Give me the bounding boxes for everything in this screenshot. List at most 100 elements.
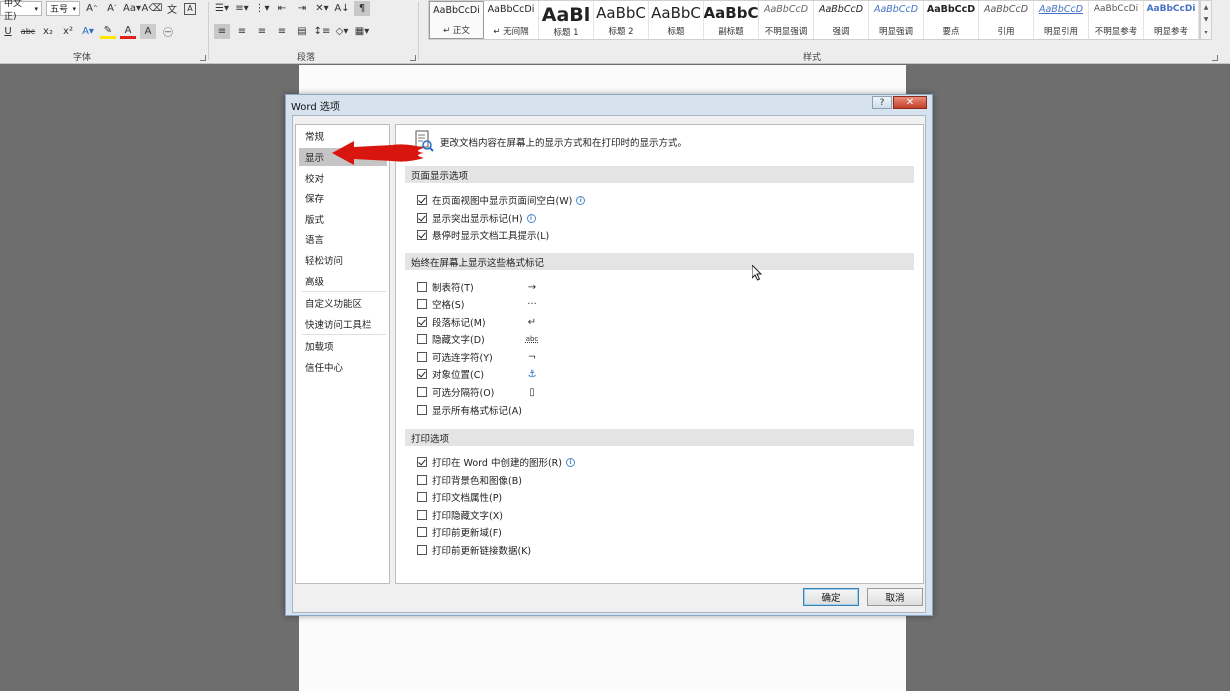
style-tile[interactable]: AaBbCcD 引用 xyxy=(979,1,1034,39)
checkbox[interactable] xyxy=(417,510,427,520)
chevron-up-icon[interactable]: ▲ xyxy=(1204,4,1209,11)
option-row[interactable]: 制表符(T) xyxy=(417,280,474,294)
style-tile[interactable]: AaBbCcD 强调 xyxy=(814,1,869,39)
clear-formatting-icon[interactable]: A⌫ xyxy=(142,1,163,16)
checkbox[interactable] xyxy=(417,230,427,240)
line-spacing-icon[interactable]: ↕≡ xyxy=(314,24,331,39)
style-tile[interactable]: AaBbCcDi ↵ 无间隔 xyxy=(484,1,539,39)
font-name-box[interactable]: 中文正) ▾ xyxy=(0,0,42,22)
checkbox[interactable] xyxy=(417,299,427,309)
option-row[interactable]: 显示突出显示标记(H) i xyxy=(417,211,536,225)
option-row[interactable]: 可选分隔符(O) xyxy=(417,385,494,399)
increase-indent-icon[interactable]: ⇥ xyxy=(294,1,310,16)
grow-font-icon[interactable]: A ^ xyxy=(84,1,100,16)
paragraph-dialog-launcher-icon[interactable] xyxy=(410,55,416,61)
shading-icon[interactable]: ◇▾ xyxy=(334,24,350,39)
nav-item-10[interactable]: 加载项 xyxy=(299,337,387,355)
subscript-icon[interactable]: x₂ xyxy=(40,24,56,39)
strikethrough-icon[interactable]: abc xyxy=(20,24,36,39)
nav-item-2[interactable]: 校对 xyxy=(299,169,387,187)
phonetic-guide-icon[interactable]: 文 xyxy=(164,1,180,16)
nav-item-5[interactable]: 语言 xyxy=(299,230,387,248)
option-row[interactable]: 打印隐藏文字(X) xyxy=(417,508,503,522)
style-tile[interactable]: AaBbCcDi 明显参考 xyxy=(1144,1,1199,39)
numbering-icon[interactable]: ≡▾ xyxy=(234,1,250,16)
checkbox[interactable] xyxy=(417,527,427,537)
nav-item-11[interactable]: 信任中心 xyxy=(299,358,387,376)
style-tile[interactable]: AaBbCcDi ↵ 正文 xyxy=(429,1,484,39)
option-row[interactable]: 打印前更新域(F) xyxy=(417,525,502,539)
align-center-icon[interactable]: ≡ xyxy=(234,24,250,39)
checkbox[interactable] xyxy=(417,492,427,502)
text-effects-icon[interactable]: A▾ xyxy=(80,24,96,39)
checkbox[interactable] xyxy=(417,405,427,415)
checkbox[interactable] xyxy=(417,334,427,344)
option-row[interactable]: 打印在 Word 中创建的图形(R) i xyxy=(417,455,575,469)
character-shading-icon[interactable]: A xyxy=(140,24,156,39)
checkbox[interactable] xyxy=(417,475,427,485)
font-dialog-launcher-icon[interactable] xyxy=(200,55,206,61)
option-row[interactable]: 在页面视图中显示页面间空白(W) i xyxy=(417,193,586,207)
enclose-characters-icon[interactable]: ㊀ xyxy=(160,24,176,39)
style-tile[interactable]: AaBbC 标题 2 xyxy=(594,1,649,39)
character-border-icon[interactable]: A xyxy=(184,2,196,15)
styles-dialog-launcher-icon[interactable] xyxy=(1212,55,1218,61)
nav-item-3[interactable]: 保存 xyxy=(299,189,387,207)
option-row[interactable]: 段落标记(M) xyxy=(417,315,486,329)
option-row[interactable]: 打印前更新链接数据(K) xyxy=(417,543,531,557)
highlight-color-icon[interactable]: ✎ xyxy=(100,24,116,39)
option-row[interactable]: 隐藏文字(D) xyxy=(417,332,485,346)
info-icon[interactable]: i xyxy=(576,195,586,205)
show-hide-marks-icon[interactable]: ¶ xyxy=(354,1,370,16)
help-button[interactable]: ? xyxy=(872,96,892,109)
asian-layout-icon[interactable]: ✕▾ xyxy=(314,1,330,16)
style-tile[interactable]: AaBbCcD 要点 xyxy=(924,1,979,39)
distributed-icon[interactable]: ▤ xyxy=(294,24,310,39)
option-row[interactable]: 打印文档属性(P) xyxy=(417,490,502,504)
checkbox[interactable] xyxy=(417,387,427,397)
decrease-indent-icon[interactable]: ⇤ xyxy=(274,1,290,16)
ok-button[interactable]: 确定 xyxy=(803,588,859,606)
change-case-icon[interactable]: Aa▾ xyxy=(123,1,141,16)
close-button[interactable]: ✕ xyxy=(893,96,927,109)
checkbox[interactable] xyxy=(417,457,427,467)
superscript-icon[interactable]: x² xyxy=(60,24,76,39)
checkbox[interactable] xyxy=(417,545,427,555)
style-tile[interactable]: AaBbCcD 明显强调 xyxy=(869,1,924,39)
info-icon[interactable]: i xyxy=(526,213,536,223)
checkbox[interactable] xyxy=(417,352,427,362)
checkbox[interactable] xyxy=(417,282,427,292)
checkbox[interactable] xyxy=(417,213,427,223)
info-icon[interactable]: i xyxy=(565,457,575,467)
cancel-button[interactable]: 取消 xyxy=(867,588,923,606)
font-size-box[interactable]: 五号 ▾ xyxy=(46,1,80,16)
nav-item-4[interactable]: 版式 xyxy=(299,210,387,228)
align-left-icon[interactable]: ≡ xyxy=(214,24,230,39)
justify-icon[interactable]: ≡ xyxy=(274,24,290,39)
nav-item-7[interactable]: 高级 xyxy=(299,272,387,290)
style-tile[interactable]: AaBbC 标题 xyxy=(649,1,704,39)
nav-item-8[interactable]: 自定义功能区 xyxy=(299,294,387,312)
borders-icon[interactable]: ▦▾ xyxy=(354,24,370,39)
style-tile[interactable]: AaBl 标题 1 xyxy=(539,1,594,39)
more-icon[interactable]: ▾ xyxy=(1204,29,1207,36)
option-row[interactable]: 显示所有格式标记(A) xyxy=(417,403,522,417)
underline-icon[interactable]: U xyxy=(0,24,16,39)
option-row[interactable]: 对象位置(C) xyxy=(417,367,484,381)
shrink-font-icon[interactable]: Aˇ xyxy=(104,1,120,16)
checkbox[interactable] xyxy=(417,369,427,379)
style-tile[interactable]: AaBbCcDi 不明显参考 xyxy=(1089,1,1144,39)
align-right-icon[interactable]: ≡ xyxy=(254,24,270,39)
multilevel-list-icon[interactable]: ⋮▾ xyxy=(254,1,270,16)
checkbox[interactable] xyxy=(417,317,427,327)
option-row[interactable]: 悬停时显示文档工具提示(L) xyxy=(417,228,549,242)
bullets-icon[interactable]: ☰▾ xyxy=(214,1,230,16)
option-row[interactable]: 打印背景色和图像(B) xyxy=(417,473,522,487)
nav-item-6[interactable]: 轻松访问 xyxy=(299,251,387,269)
nav-item-9[interactable]: 快速访问工具栏 xyxy=(299,315,387,333)
checkbox[interactable] xyxy=(417,195,427,205)
option-row[interactable]: 空格(S) xyxy=(417,297,464,311)
font-color-icon[interactable]: A xyxy=(120,24,136,39)
style-tile[interactable]: AaBbC 副标题 xyxy=(704,1,759,39)
option-row[interactable]: 可选连字符(Y) xyxy=(417,350,493,364)
